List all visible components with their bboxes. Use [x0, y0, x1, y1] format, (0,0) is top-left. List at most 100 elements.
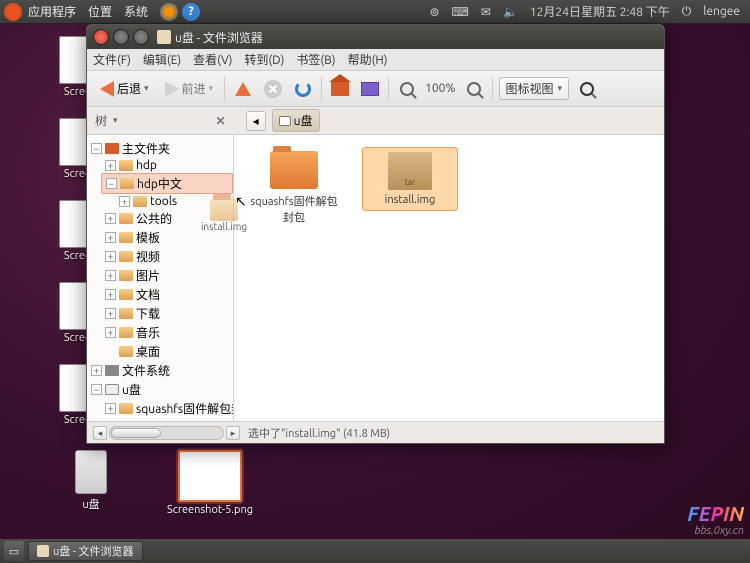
- menu-places[interactable]: 位置: [88, 3, 112, 20]
- sidebar-scrollbar[interactable]: ◂ ▸: [93, 426, 240, 440]
- zoom-out-button[interactable]: [395, 77, 419, 101]
- location-bar: 树▾ ✕ ◂ u盘: [87, 107, 664, 135]
- folder-icon: [120, 178, 134, 189]
- close-sidebar-button[interactable]: ✕: [216, 114, 226, 128]
- mail-icon[interactable]: ✉: [481, 5, 491, 19]
- home-icon: [331, 82, 349, 96]
- window-minimize-button[interactable]: [113, 29, 129, 45]
- menubar: 文件(F) 编辑(E) 查看(V) 转到(D) 书签(B) 帮助(H): [87, 49, 664, 71]
- computer-icon: [105, 365, 119, 376]
- stop-icon: [264, 80, 282, 98]
- clock[interactable]: 12月24日星期五 2:48 下午: [530, 3, 670, 20]
- window-maximize-button[interactable]: [133, 29, 149, 45]
- folder-icon: [119, 308, 133, 319]
- file-squashfs-folder[interactable]: squashfs固件解包封包: [246, 147, 342, 229]
- statusbar: ◂ ▸ 选中了"install.img" (41.8 MB): [87, 421, 664, 443]
- tree-downloads[interactable]: +下载: [101, 304, 233, 323]
- tree-pictures[interactable]: +图片: [101, 266, 233, 285]
- menu-file[interactable]: 文件(F): [93, 51, 131, 68]
- search-icon: [580, 82, 594, 96]
- zoom-in-icon: [467, 82, 481, 96]
- tree-udisk[interactable]: −u盘: [87, 380, 233, 399]
- titlebar[interactable]: u盘 - 文件浏览器: [87, 25, 664, 49]
- drive-icon: [105, 384, 119, 395]
- folder-icon: [119, 327, 133, 338]
- scroll-thumb[interactable]: [111, 428, 161, 438]
- menu-go[interactable]: 转到(D): [244, 51, 284, 68]
- arrow-up-icon: [235, 82, 251, 96]
- computer-button[interactable]: [358, 77, 382, 101]
- up-button[interactable]: [231, 77, 255, 101]
- file-label: install.img: [367, 194, 453, 206]
- tree-music[interactable]: +音乐: [101, 323, 233, 342]
- path-crumb-udisk[interactable]: u盘: [272, 109, 320, 132]
- search-button[interactable]: [575, 77, 599, 101]
- tree-public[interactable]: +公共的: [101, 209, 233, 228]
- zoom-in-button[interactable]: [462, 77, 486, 101]
- show-desktop-button[interactable]: ▭: [4, 541, 24, 561]
- package-icon: tar: [388, 152, 432, 190]
- scroll-right-button[interactable]: ▸: [226, 426, 240, 440]
- path-toggle-button[interactable]: ◂: [246, 111, 266, 131]
- tree-tools[interactable]: +tools: [115, 194, 233, 209]
- folder-icon: [270, 151, 318, 189]
- folder-icon: [37, 545, 49, 557]
- firefox-icon[interactable]: [160, 3, 178, 21]
- ubuntu-logo-icon[interactable]: [4, 3, 22, 21]
- desktop-usb-drive[interactable]: u盘: [56, 450, 126, 512]
- sidebar-mode-label: 树: [95, 112, 107, 129]
- power-icon[interactable]: ⏻: [682, 5, 692, 19]
- toolbar: 后退▾ 前进▾ 100% 图标视图▾: [87, 71, 664, 107]
- folder-icon: [119, 289, 133, 300]
- user-menu[interactable]: lengee: [703, 5, 740, 18]
- menu-edit[interactable]: 编辑(E): [143, 51, 181, 68]
- window-title: u盘 - 文件浏览器: [175, 29, 263, 46]
- folder-icon: [119, 213, 133, 224]
- tree-desktop[interactable]: 桌面: [101, 342, 233, 361]
- tree-home[interactable]: −主文件夹: [87, 139, 233, 158]
- folder-icon: [119, 232, 133, 243]
- taskbar-app-filebrowser[interactable]: u盘 - 文件浏览器: [28, 541, 143, 561]
- folder-icon: [119, 251, 133, 262]
- file-install-img[interactable]: tar install.img: [362, 147, 458, 211]
- tree-sidebar: −主文件夹 +hdp −hdp中文 +tools +公共的 +模板 +视频 +图…: [87, 135, 234, 421]
- scroll-left-button[interactable]: ◂: [93, 426, 107, 440]
- window-icon: [157, 30, 171, 44]
- zoom-level: 100%: [425, 82, 455, 95]
- icon-view[interactable]: squashfs固件解包封包 tar install.img: [234, 135, 664, 421]
- help-icon[interactable]: ?: [182, 3, 200, 21]
- tree-hdp-cn[interactable]: −hdp中文: [101, 173, 233, 194]
- menu-help[interactable]: 帮助(H): [348, 51, 388, 68]
- tree-squashfs[interactable]: +squashfs固件解包封包: [101, 399, 233, 418]
- tree-hdp[interactable]: +hdp: [101, 158, 233, 173]
- stop-button[interactable]: [261, 77, 285, 101]
- keyboard-icon[interactable]: ⌨: [452, 5, 469, 19]
- window-close-button[interactable]: [93, 29, 109, 45]
- content-area: −主文件夹 +hdp −hdp中文 +tools +公共的 +模板 +视频 +图…: [87, 135, 664, 421]
- arrow-right-icon: [165, 81, 179, 97]
- view-mode-select[interactable]: 图标视图▾: [499, 77, 570, 100]
- tree-videos[interactable]: +视频: [101, 247, 233, 266]
- menu-view[interactable]: 查看(V): [193, 51, 232, 68]
- menu-bookmarks[interactable]: 书签(B): [296, 51, 335, 68]
- back-button[interactable]: 后退▾: [95, 77, 154, 100]
- reload-button[interactable]: [291, 77, 315, 101]
- zoom-out-icon: [400, 82, 414, 96]
- menu-system[interactable]: 系统: [124, 3, 148, 20]
- home-button[interactable]: [328, 77, 352, 101]
- folder-icon: [133, 196, 147, 207]
- tree-filesystem[interactable]: +文件系统: [87, 361, 233, 380]
- sound-icon[interactable]: 🔈: [503, 5, 518, 19]
- tree-documents[interactable]: +文档: [101, 285, 233, 304]
- file-browser-window: u盘 - 文件浏览器 文件(F) 编辑(E) 查看(V) 转到(D) 书签(B)…: [86, 24, 665, 444]
- home-icon: [105, 143, 119, 154]
- menu-applications[interactable]: 应用程序: [28, 3, 76, 20]
- network-icon[interactable]: ⊚: [429, 5, 439, 19]
- tree-templates[interactable]: +模板: [101, 228, 233, 247]
- folder-icon: [119, 403, 133, 414]
- computer-icon: [361, 82, 379, 96]
- desktop-screenshot-file[interactable]: Screenshot-5.png: [160, 450, 260, 516]
- file-label: squashfs固件解包封包: [250, 193, 338, 225]
- reload-icon: [295, 81, 311, 97]
- folder-icon: [119, 270, 133, 281]
